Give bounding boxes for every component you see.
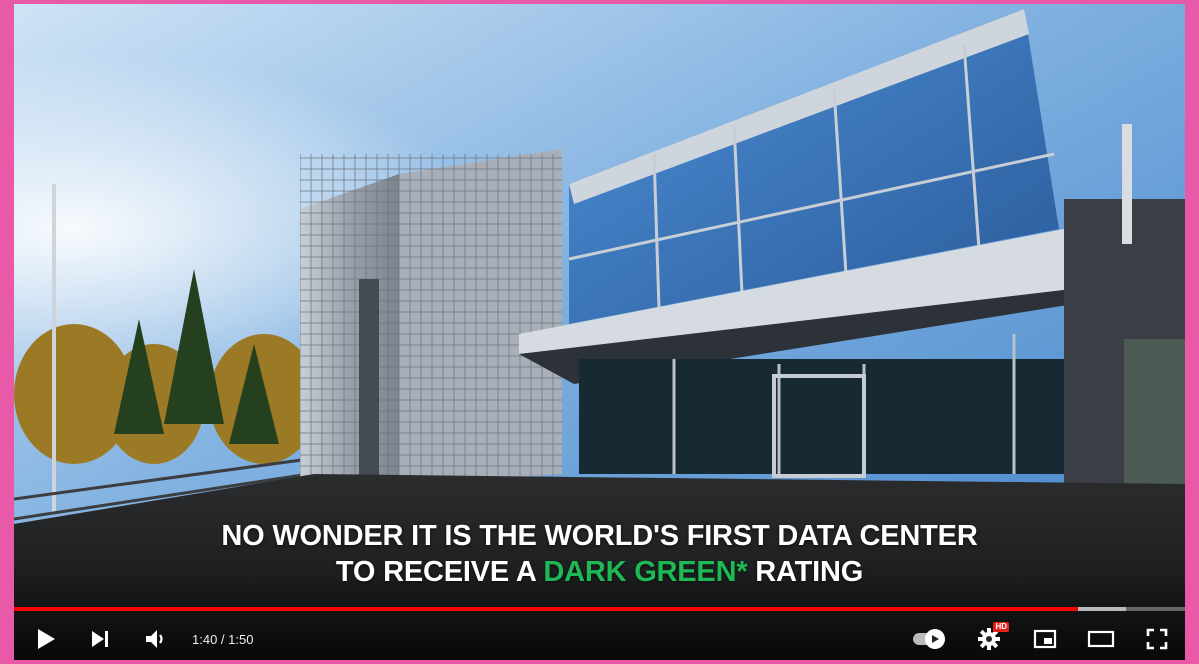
progress-played <box>14 607 1079 611</box>
mute-button[interactable] <box>134 618 178 660</box>
fullscreen-button[interactable] <box>1135 618 1179 660</box>
caption-line-2-start: TO RECEIVE A <box>335 556 544 588</box>
time-separator: / <box>217 631 229 647</box>
settings-button[interactable]: HD <box>967 618 1011 660</box>
miniplayer-icon <box>1033 629 1057 649</box>
video-player[interactable]: NO WONDER IT IS THE WORLD'S FIRST DATA C… <box>14 4 1185 660</box>
theater-mode-icon <box>1087 630 1115 648</box>
next-button[interactable] <box>78 618 122 660</box>
video-caption: NO WONDER IT IS THE WORLD'S FIRST DATA C… <box>14 518 1185 590</box>
duration: 1:50 <box>228 631 254 647</box>
progress-loaded <box>1078 607 1127 611</box>
play-icon <box>38 629 55 649</box>
progress-bar[interactable] <box>14 607 1185 611</box>
autoplay-toggle[interactable] <box>903 618 951 660</box>
time-display: 1:40 / 1:50 <box>192 632 253 647</box>
miniplayer-button[interactable] <box>1023 618 1067 660</box>
autoplay-toggle-icon <box>913 629 945 649</box>
volume-icon <box>146 630 163 648</box>
fullscreen-icon <box>1146 628 1168 650</box>
caption-line-2: TO RECEIVE A DARK GREEN* RATING <box>14 554 1185 590</box>
caption-highlight: DARK GREEN* <box>543 556 748 588</box>
next-icon <box>92 631 108 647</box>
hd-badge: HD <box>993 622 1009 632</box>
player-controls: 1:40 / 1:50 HD <box>14 618 1185 660</box>
caption-line-1: NO WONDER IT IS THE WORLD'S FIRST DATA C… <box>221 520 978 552</box>
theater-mode-button[interactable] <box>1079 618 1123 660</box>
current-time: 1:40 <box>192 631 218 647</box>
play-button[interactable] <box>24 618 68 660</box>
caption-line-2-end: RATING <box>747 556 864 588</box>
